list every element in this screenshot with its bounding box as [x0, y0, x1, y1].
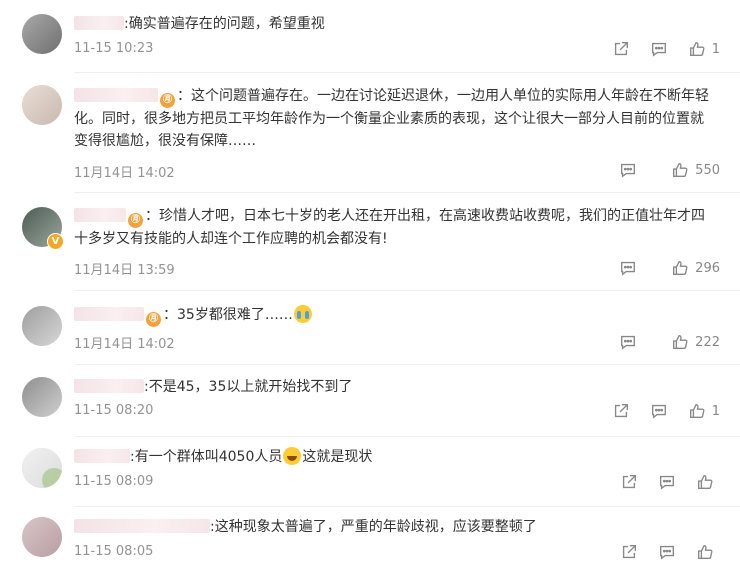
timestamp: 11月14日 14:02: [74, 166, 175, 181]
like-count: 1: [711, 403, 720, 419]
comment-body: 35岁都很难了……: [177, 307, 293, 323]
comment-actions: 550: [599, 161, 720, 179]
comment-actions: [600, 473, 720, 491]
comment-text: :确实普遍存在的问题，希望重视: [74, 13, 714, 35]
thumbs-up-icon: [673, 261, 688, 275]
timestamp: 11月14日 13:59: [74, 263, 175, 278]
divider: [74, 192, 740, 193]
comment-icon: [621, 261, 636, 276]
comment-text: ㊊：珍惜人才吧，日本七十岁的老人还在开出租，在高速收费站收费呢，我们的正值壮年才…: [74, 208, 705, 247]
share-icon: [622, 545, 636, 559]
share-button[interactable]: [620, 473, 638, 491]
comment-actions: [600, 543, 720, 561]
divider: [74, 364, 740, 365]
like-button[interactable]: 296: [671, 259, 720, 277]
fan-badge-icon: ㊊: [160, 93, 175, 108]
thumbs-up-icon: [698, 475, 713, 489]
like-count: 222: [695, 334, 720, 350]
avatar[interactable]: [22, 14, 62, 54]
thumbs-up-icon: [673, 335, 688, 349]
thumbs-up-icon: [673, 163, 688, 177]
comment-icon: [651, 42, 666, 57]
avatar[interactable]: [22, 85, 62, 125]
avatar[interactable]: [22, 448, 62, 488]
timestamp: 11月14日 14:02: [74, 337, 175, 352]
username-blurred[interactable]: [74, 307, 144, 321]
reply-button[interactable]: [619, 259, 637, 277]
divider: [74, 506, 740, 507]
reply-button[interactable]: [658, 473, 676, 491]
avatar[interactable]: [22, 306, 62, 346]
comment-icon: [621, 163, 636, 178]
like-button[interactable]: [696, 543, 720, 561]
like-button[interactable]: [696, 473, 720, 491]
comment-text: :有一个群体叫4050人员 这就是现状: [74, 446, 714, 468]
laughing-emoji-icon: [283, 447, 302, 465]
divider: [74, 436, 740, 437]
username-blurred[interactable]: [74, 379, 144, 393]
like-button[interactable]: 222: [671, 333, 720, 351]
timestamp: 11-15 08:05: [74, 544, 154, 559]
timestamp: 11-15 08:09: [74, 474, 154, 489]
fan-badge-icon: ㊊: [146, 312, 161, 327]
comment-body: 这种现象太普遍了，严重的年龄歧视，应该要整顿了: [214, 519, 537, 535]
reply-button[interactable]: [619, 161, 637, 179]
divider: [74, 290, 740, 291]
fan-badge-icon: ㊊: [128, 213, 143, 228]
like-button[interactable]: 1: [688, 402, 720, 420]
reply-button[interactable]: [619, 333, 637, 351]
thumbs-up-icon: [689, 42, 705, 56]
timestamp: 11-15 08:20: [74, 403, 154, 418]
share-icon: [614, 404, 628, 418]
comment-icon: [621, 335, 636, 350]
like-count: 296: [695, 260, 720, 276]
username-blurred[interactable]: [74, 519, 210, 533]
comment-text: ㊊：35岁都很难了……: [74, 304, 714, 327]
like-count: 550: [695, 162, 720, 178]
comment-text: ㊊：这个问题普遍存在。一边在讨论延迟退休，一边用人单位的实际用人年龄在不断年轻化…: [74, 88, 709, 149]
like-button[interactable]: 1: [688, 40, 720, 58]
reply-button[interactable]: [658, 543, 676, 561]
comment-text: :不是45，35以上就开始找不到了: [74, 376, 714, 398]
share-button[interactable]: [612, 402, 630, 420]
avatar[interactable]: [22, 517, 62, 557]
comment-icon: [660, 475, 674, 490]
comment-body: 确实普遍存在的问题，希望重视: [128, 16, 325, 32]
comment-body: 珍惜人才吧，日本七十岁的老人还在开出租，在高速收费站收费呢，我们的正值壮年才四十…: [74, 208, 705, 247]
username-blurred[interactable]: [74, 88, 158, 102]
comment-actions: 1: [592, 402, 720, 420]
verified-v-icon: V: [47, 233, 64, 250]
username-blurred[interactable]: [74, 16, 124, 30]
username-blurred[interactable]: [74, 208, 126, 222]
comment-body-tail: 这就是现状: [302, 449, 373, 465]
share-button[interactable]: [620, 543, 638, 561]
crying-emoji-icon: [293, 305, 312, 323]
share-icon: [614, 42, 628, 56]
like-button[interactable]: 550: [671, 161, 720, 179]
comment-actions: 1: [592, 40, 720, 58]
like-count: 1: [711, 41, 720, 57]
timestamp: 11-15 10:23: [74, 41, 154, 56]
comment-text: :这种现象太普遍了，严重的年龄歧视，应该要整顿了: [74, 516, 714, 538]
comment-icon: [660, 545, 674, 560]
comment-actions: 296: [599, 259, 720, 277]
comment-actions: 222: [599, 333, 720, 351]
comment-body: 不是45，35以上就开始找不到了: [148, 379, 353, 395]
share-icon: [622, 475, 636, 489]
username-blurred[interactable]: [74, 449, 130, 463]
comment-body: 有一个群体叫4050人员: [134, 449, 283, 465]
share-button[interactable]: [612, 40, 630, 58]
thumbs-up-icon: [689, 404, 705, 418]
divider: [74, 72, 740, 73]
comment-icon: [651, 404, 666, 419]
reply-button[interactable]: [650, 40, 668, 58]
thumbs-up-icon: [698, 545, 713, 559]
reply-button[interactable]: [650, 402, 668, 420]
avatar[interactable]: [22, 377, 62, 417]
